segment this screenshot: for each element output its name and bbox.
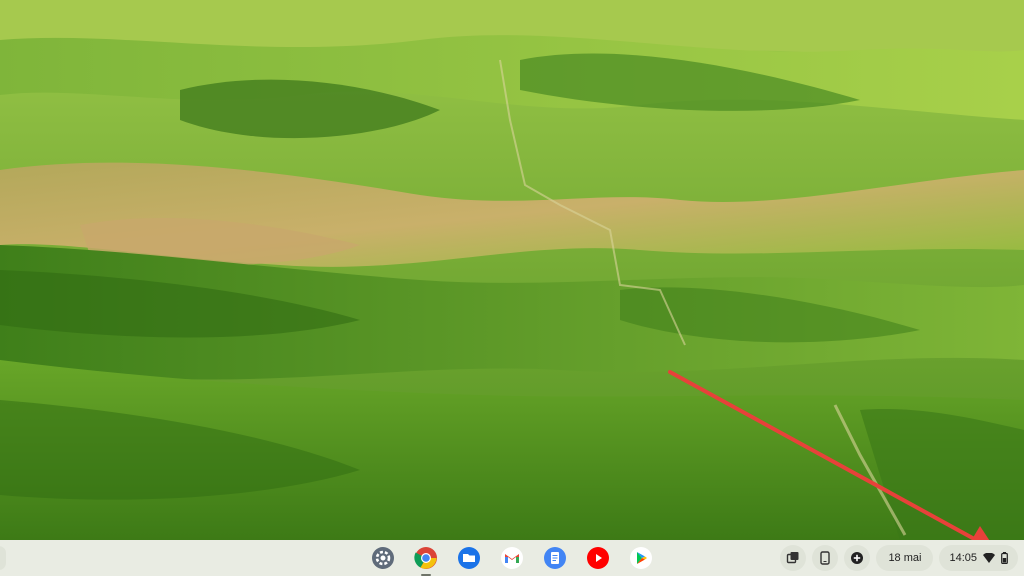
play-store-app[interactable] [627, 544, 655, 572]
date-button[interactable]: 18 mai [876, 545, 934, 571]
chrome-icon [414, 547, 437, 569]
folder-icon [458, 547, 480, 569]
gmail-app[interactable] [498, 544, 526, 572]
date-label: 18 mai [888, 552, 922, 564]
youtube-app[interactable] [584, 544, 612, 572]
quick-settings-button[interactable]: 14:05 [939, 545, 1018, 571]
add-note-icon [851, 552, 864, 564]
settings-app[interactable] [369, 544, 397, 572]
gear-icon [372, 547, 394, 569]
add-note-button[interactable] [844, 545, 871, 571]
screen-capture-icon [787, 552, 799, 564]
time-label: 14:05 [949, 552, 977, 564]
gmail-icon [501, 547, 523, 569]
screen-capture-button[interactable] [780, 545, 807, 571]
files-app[interactable] [455, 544, 483, 572]
shelf: 18 mai 14:05 [0, 540, 1024, 576]
docs-icon [544, 547, 566, 569]
status-tray: 18 mai 14:05 [780, 545, 1018, 571]
battery-icon [1001, 552, 1008, 564]
chrome-app[interactable] [412, 544, 440, 576]
desktop-wallpaper [0, 0, 1024, 540]
phone-hub-button[interactable] [812, 545, 839, 571]
docs-app[interactable] [541, 544, 569, 572]
phone-hub-icon [820, 551, 831, 565]
wifi-icon [983, 553, 995, 563]
play-store-icon [630, 547, 652, 569]
youtube-icon [587, 547, 609, 569]
